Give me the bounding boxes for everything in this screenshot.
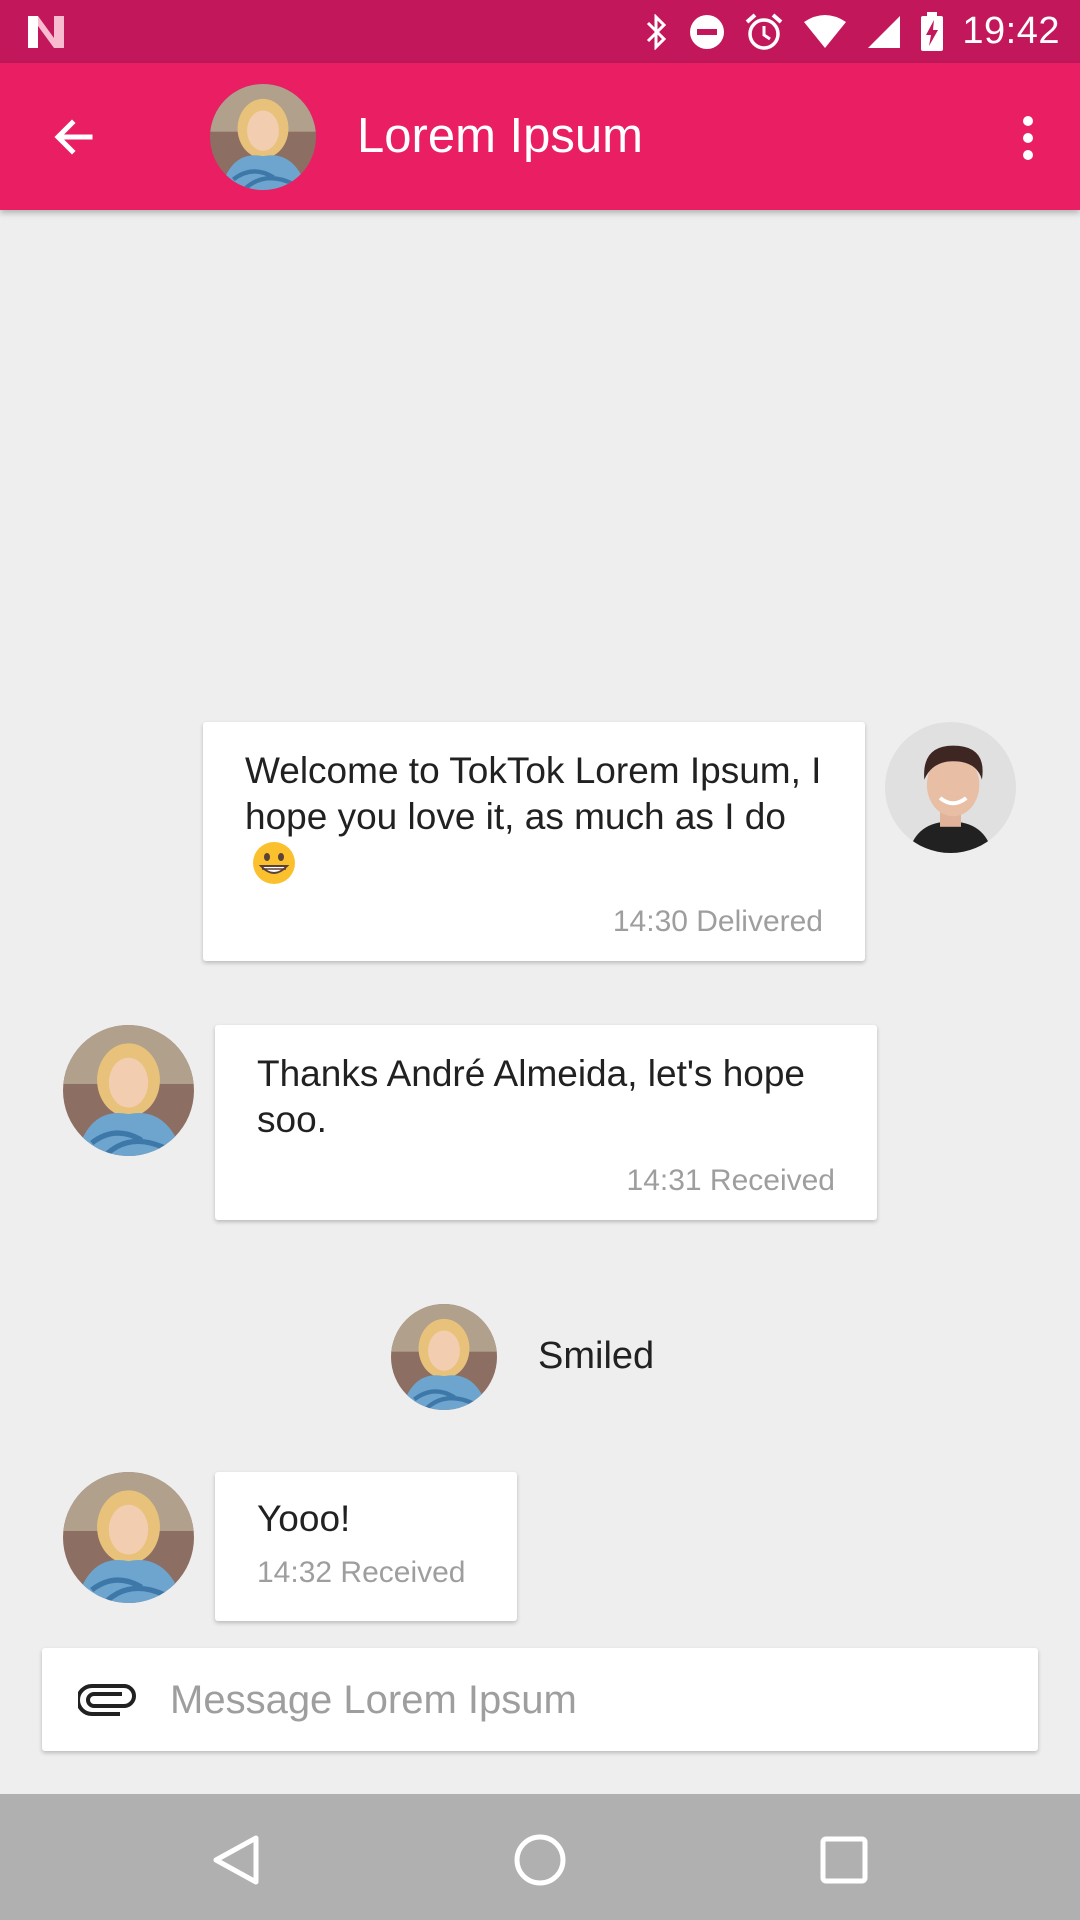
- circle-home-icon: [514, 1834, 566, 1886]
- woman-avatar-icon: [63, 1472, 194, 1603]
- nav-recents-button[interactable]: [804, 1820, 884, 1900]
- nav-back-button[interactable]: [196, 1820, 276, 1900]
- attach-button[interactable]: [62, 1668, 152, 1732]
- page-title: Lorem Ipsum: [357, 109, 643, 163]
- woman-avatar-icon: [391, 1304, 497, 1410]
- paperclip-icon: [78, 1684, 136, 1716]
- message-meta: 14:32 Received: [257, 1556, 466, 1589]
- alarm-icon: [746, 12, 783, 50]
- arrow-back-icon: [54, 119, 93, 155]
- message-input[interactable]: [168, 1664, 1012, 1736]
- contact-avatar[interactable]: [210, 84, 316, 190]
- message-bubble-received[interactable]: Yooo! 14:32 Received: [215, 1472, 517, 1621]
- woman-avatar-icon: [63, 1025, 194, 1156]
- event-label: Smiled: [538, 1335, 655, 1377]
- nav-home-button[interactable]: [500, 1820, 580, 1900]
- message-meta: 14:31 Received: [626, 1164, 835, 1197]
- triangle-back-icon: [213, 1835, 259, 1885]
- more-vert-icon: [1023, 116, 1033, 160]
- status-time: 19:42: [962, 10, 1060, 52]
- battery-charging-icon: [921, 11, 944, 51]
- woman-avatar-icon: [210, 84, 316, 190]
- grinning-face-emoji-icon: [253, 842, 295, 884]
- contact-avatar[interactable]: [63, 1472, 194, 1603]
- overflow-menu-button[interactable]: [998, 103, 1058, 173]
- message-bubble-sent[interactable]: Welcome to TokTok Lorem Ipsum, I hope yo…: [203, 722, 865, 961]
- man-avatar-icon: [885, 722, 1016, 853]
- sender-avatar[interactable]: [885, 722, 1016, 853]
- contact-avatar[interactable]: [391, 1304, 497, 1410]
- contact-avatar[interactable]: [63, 1025, 194, 1156]
- back-button[interactable]: [42, 105, 106, 169]
- app-bar: Lorem Ipsum: [0, 63, 1080, 210]
- navigation-bar: [0, 1794, 1080, 1920]
- bluetooth-icon: [647, 13, 667, 50]
- message-text: Thanks André Almeida, let's hope soo.: [257, 1053, 806, 1140]
- message-text: Welcome to TokTok Lorem Ipsum, I hope yo…: [245, 750, 822, 837]
- square-recents-icon: [820, 1836, 868, 1884]
- n-logo-icon: [28, 16, 64, 48]
- do-not-disturb-icon: [690, 14, 725, 49]
- wifi-icon: [804, 14, 847, 48]
- message-composer: [42, 1648, 1038, 1751]
- message-text: Yooo!: [257, 1498, 351, 1539]
- status-bar: 19:42: [0, 0, 1080, 63]
- message-meta: 14:30 Delivered: [612, 905, 823, 938]
- message-bubble-received[interactable]: Thanks André Almeida, let's hope soo. 14…: [215, 1025, 877, 1220]
- cell-signal-icon: [868, 15, 901, 48]
